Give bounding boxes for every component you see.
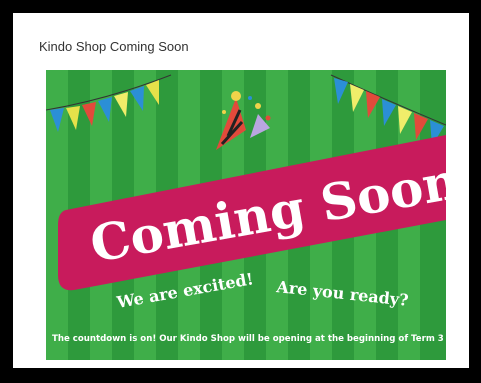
countdown-message: The countdown is on! Our Kindo Shop will…: [52, 334, 444, 344]
coming-soon-banner: Coming Soon We are excited! Are you read…: [46, 70, 446, 360]
banner-graphic: Coming Soon We are excited! Are you read…: [46, 70, 446, 360]
post-title: Kindo Shop Coming Soon: [39, 39, 189, 54]
